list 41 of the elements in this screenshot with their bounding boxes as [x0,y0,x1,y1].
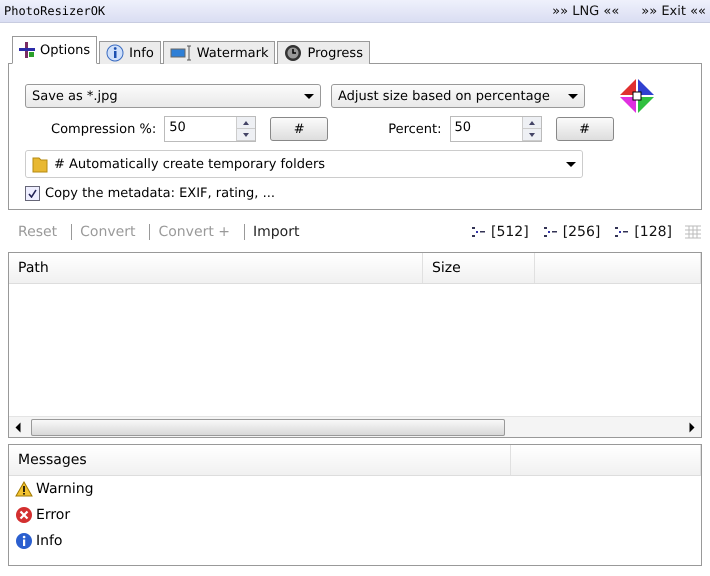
percent-label: Percent: [388,122,442,136]
column-header[interactable]: Size [423,253,535,283]
compression-label: Compression %: [51,122,156,136]
resize-dots-icon [471,226,488,238]
size-preset-button[interactable]: [512] [471,224,529,240]
compression-button[interactable]: # [270,117,328,141]
logo-icon [619,78,655,114]
folder-dropdown[interactable]: # Automatically create temporary folders [25,150,583,178]
grid-icon [684,224,702,240]
text-cursor-icon [170,45,192,61]
metadata-checkbox[interactable]: Copy the metadata: EXIF, rating, ... [25,186,275,201]
column-header[interactable]: Path [9,253,423,283]
size-preset-button[interactable]: [256] [542,224,600,240]
size-preset-button[interactable]: [128] [614,224,672,240]
folder-icon [32,155,48,173]
clock-icon [284,44,302,62]
menu-link[interactable]: »» Exit «« [641,4,706,18]
warning-icon [15,481,33,497]
horizontal-scrollbar[interactable] [9,416,701,437]
percent-spinbox[interactable]: 50 [450,116,542,142]
resize-mode-dropdown[interactable]: Adjust size based on percentage [331,84,585,108]
checkmark-icon [28,189,37,198]
window-title: PhotoResizerOK [4,4,106,18]
percent-button[interactable]: # [556,117,614,141]
tab[interactable]: Info [99,41,161,64]
tab[interactable]: Options [12,36,98,64]
message-item[interactable]: Info [9,528,701,554]
info-icon [106,44,124,62]
format-dropdown[interactable]: Save as *.jpg [25,84,321,108]
message-item[interactable]: Warning [9,476,701,502]
toolbar-action[interactable]: Import [245,224,314,240]
menu-link[interactable]: »» LNG «« [552,4,620,18]
info-icon [15,532,33,550]
resize-dots-icon [614,226,630,238]
error-icon [15,506,33,524]
tab[interactable]: Watermark [162,41,276,64]
cross-arrows-icon [19,42,35,58]
resize-dots-icon [542,226,559,238]
message-item[interactable]: Error [9,502,701,528]
tab[interactable]: Progress [277,41,370,64]
compression-spinbox[interactable]: 50 [164,116,256,142]
